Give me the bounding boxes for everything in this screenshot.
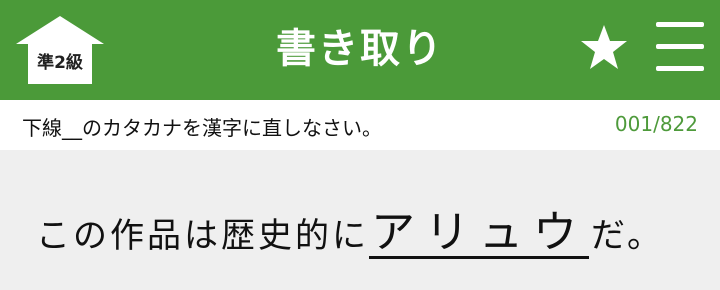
question-counter: 001/822 — [614, 112, 698, 136]
app-header: 準2級 書き取り — [0, 0, 720, 100]
star-icon — [581, 25, 627, 69]
sentence-after: だ。 — [591, 216, 664, 256]
instruction-text: 下線__のカタカナを漢字に直しなさい。 — [22, 116, 382, 140]
instruction-bar: 下線__のカタカナを漢字に直しなさい。 001/822 — [0, 100, 720, 150]
question-sentence: この作品は歴史的にアリュウ だ。 — [36, 208, 664, 259]
favorite-button[interactable] — [576, 20, 632, 76]
target-word: アリュウ — [369, 207, 589, 259]
sentence-before: この作品は歴史的に — [36, 216, 369, 256]
question-area: この作品は歴史的にアリュウ だ。 — [0, 150, 720, 290]
menu-button[interactable] — [654, 22, 706, 72]
